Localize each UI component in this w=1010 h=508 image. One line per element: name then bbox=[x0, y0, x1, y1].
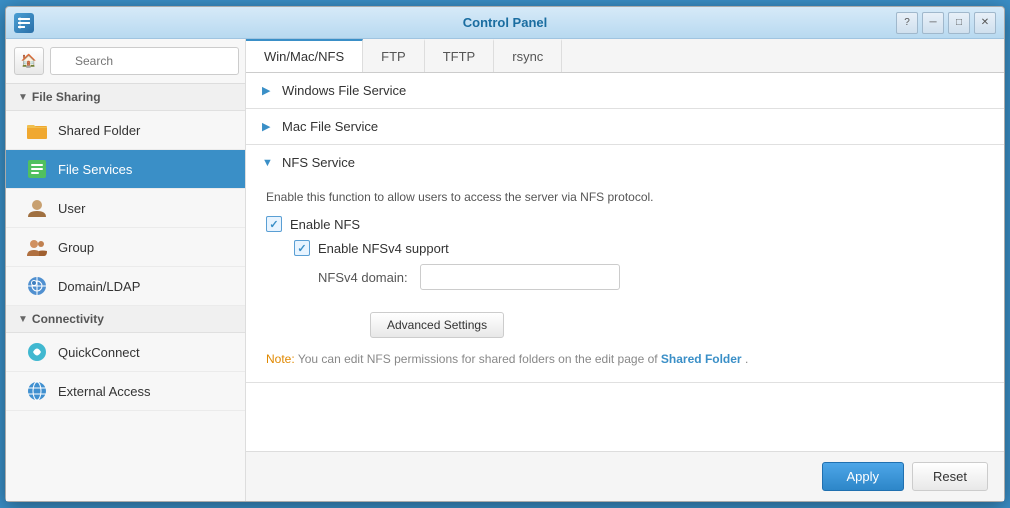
maximize-button[interactable]: □ bbox=[948, 12, 970, 34]
nfs-description: Enable this function to allow users to a… bbox=[266, 190, 984, 204]
nfsv4-domain-row: NFSv4 domain: bbox=[318, 264, 984, 290]
sidebar-item-quickconnect[interactable]: QuickConnect bbox=[6, 333, 245, 372]
domain-ldap-label: Domain/LDAP bbox=[58, 279, 140, 294]
connectivity-header[interactable]: ▼ Connectivity bbox=[6, 306, 245, 333]
sidebar-item-user[interactable]: User bbox=[6, 189, 245, 228]
content-area: 🏠 🔍 ▼ File Sharing Shared Folder bbox=[6, 39, 1004, 501]
quickconnect-label: QuickConnect bbox=[58, 345, 140, 360]
search-input[interactable] bbox=[50, 47, 239, 75]
enable-nfs-row: Enable NFS bbox=[266, 216, 984, 232]
user-icon bbox=[26, 197, 48, 219]
footer-bar: Apply Reset bbox=[246, 451, 1004, 501]
windows-file-service-section: ▶ Windows File Service bbox=[246, 73, 1004, 109]
enable-nfsv4-label: Enable NFSv4 support bbox=[318, 241, 449, 256]
sidebar-search-area: 🏠 🔍 bbox=[6, 39, 245, 84]
group-icon bbox=[26, 236, 48, 258]
titlebar-controls: ? ─ □ ✕ bbox=[896, 12, 996, 34]
sidebar-item-external-access[interactable]: External Access bbox=[6, 372, 245, 411]
windows-file-service-header[interactable]: ▶ Windows File Service bbox=[246, 73, 1004, 108]
search-wrapper: 🔍 bbox=[50, 47, 239, 75]
file-sharing-label: File Sharing bbox=[32, 90, 101, 104]
domain-icon bbox=[26, 275, 48, 297]
windows-file-service-arrow: ▶ bbox=[262, 84, 274, 97]
sidebar-item-shared-folder[interactable]: Shared Folder bbox=[6, 111, 245, 150]
enable-nfs-checkbox[interactable] bbox=[266, 216, 282, 232]
reset-button[interactable]: Reset bbox=[912, 462, 988, 491]
external-access-label: External Access bbox=[58, 384, 151, 399]
nfsv4-domain-label: NFSv4 domain: bbox=[318, 270, 408, 285]
nfs-service-section: ▼ NFS Service Enable this function to al… bbox=[246, 145, 1004, 383]
titlebar: Control Panel ? ─ □ ✕ bbox=[6, 7, 1004, 39]
note-suffix: . bbox=[745, 352, 748, 366]
mac-file-service-section: ▶ Mac File Service bbox=[246, 109, 1004, 145]
minimize-button[interactable]: ─ bbox=[922, 12, 944, 34]
external-access-icon bbox=[26, 380, 48, 402]
sidebar-item-group[interactable]: Group bbox=[6, 228, 245, 267]
file-services-label: File Services bbox=[58, 162, 132, 177]
window-title: Control Panel bbox=[463, 15, 548, 30]
close-button[interactable]: ✕ bbox=[974, 12, 996, 34]
mac-file-service-label: Mac File Service bbox=[282, 119, 378, 134]
apply-button[interactable]: Apply bbox=[822, 462, 905, 491]
note-body: You can edit NFS permissions for shared … bbox=[298, 352, 661, 366]
user-label: User bbox=[58, 201, 85, 216]
note-label: Note: bbox=[266, 352, 295, 366]
titlebar-icon-area bbox=[14, 13, 34, 33]
sidebar: 🏠 🔍 ▼ File Sharing Shared Folder bbox=[6, 39, 246, 501]
file-services-icon bbox=[26, 158, 48, 180]
help-button[interactable]: ? bbox=[896, 12, 918, 34]
main-window: Control Panel ? ─ □ ✕ 🏠 🔍 ▼ File Sharing bbox=[5, 6, 1005, 502]
advanced-settings-button[interactable]: Advanced Settings bbox=[370, 312, 504, 338]
shared-folder-label: Shared Folder bbox=[58, 123, 140, 138]
windows-file-service-label: Windows File Service bbox=[282, 83, 406, 98]
tab-win-mac-nfs[interactable]: Win/Mac/NFS bbox=[246, 39, 363, 72]
quickconnect-icon bbox=[26, 341, 48, 363]
file-sharing-chevron: ▼ bbox=[18, 92, 28, 103]
tab-ftp[interactable]: FTP bbox=[363, 39, 425, 72]
app-icon bbox=[14, 13, 34, 33]
note-text: Note: You can edit NFS permissions for s… bbox=[266, 352, 984, 366]
shared-folder-icon bbox=[26, 119, 48, 141]
group-label: Group bbox=[58, 240, 94, 255]
nfs-service-label: NFS Service bbox=[282, 155, 355, 170]
shared-folder-link[interactable]: Shared Folder bbox=[661, 352, 742, 366]
mac-file-service-header[interactable]: ▶ Mac File Service bbox=[246, 109, 1004, 144]
nfs-service-arrow: ▼ bbox=[262, 157, 274, 169]
connectivity-label: Connectivity bbox=[32, 312, 104, 326]
main-panel: Win/Mac/NFS FTP TFTP rsync ▶ Wi bbox=[246, 39, 1004, 501]
file-sharing-header[interactable]: ▼ File Sharing bbox=[6, 84, 245, 111]
nfsv4-domain-input[interactable] bbox=[420, 264, 620, 290]
home-button[interactable]: 🏠 bbox=[14, 47, 44, 75]
tab-rsync[interactable]: rsync bbox=[494, 39, 562, 72]
nfs-service-body: Enable this function to allow users to a… bbox=[246, 180, 1004, 382]
sidebar-item-file-services[interactable]: File Services bbox=[6, 150, 245, 189]
enable-nfsv4-row: Enable NFSv4 support bbox=[294, 240, 984, 256]
nfs-service-header[interactable]: ▼ NFS Service bbox=[246, 145, 1004, 180]
tab-bar: Win/Mac/NFS FTP TFTP rsync bbox=[246, 39, 1004, 73]
connectivity-chevron: ▼ bbox=[18, 314, 28, 325]
mac-file-service-arrow: ▶ bbox=[262, 120, 274, 133]
panel-content: ▶ Windows File Service ▶ Mac File Servic… bbox=[246, 73, 1004, 451]
sidebar-item-domain-ldap[interactable]: Domain/LDAP bbox=[6, 267, 245, 306]
enable-nfs-label: Enable NFS bbox=[290, 217, 360, 232]
tab-tftp[interactable]: TFTP bbox=[425, 39, 495, 72]
enable-nfsv4-checkbox[interactable] bbox=[294, 240, 310, 256]
